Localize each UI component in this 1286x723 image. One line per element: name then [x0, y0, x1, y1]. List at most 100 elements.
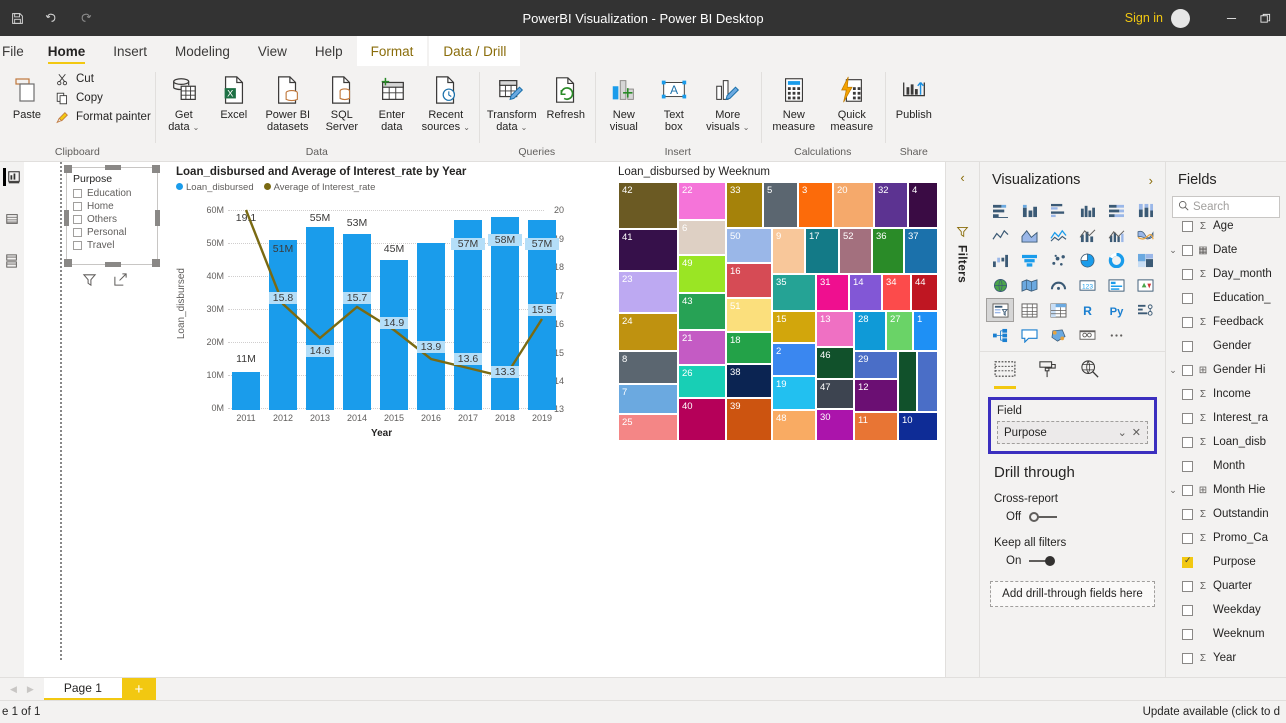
card-icon[interactable]: 123: [1073, 273, 1101, 297]
filters-pane-collapsed[interactable]: ‹ Filters: [946, 162, 980, 677]
get-data-button[interactable]: Get data ⌄: [159, 71, 209, 134]
model-view-icon[interactable]: [3, 252, 21, 270]
checkbox[interactable]: [1182, 340, 1193, 352]
smart-narrative-icon[interactable]: [1044, 323, 1072, 347]
chevron-right-icon[interactable]: ›: [1149, 173, 1153, 188]
clustered-bar-chart-icon[interactable]: [1044, 198, 1072, 222]
fields-tab-icon[interactable]: [994, 360, 1016, 389]
waterfall-chart-icon[interactable]: [986, 248, 1014, 272]
triangle-left-icon[interactable]: ◀: [10, 684, 17, 695]
sql-server-button[interactable]: SQL Server: [317, 71, 367, 133]
treemap-tile-11[interactable]: 11: [854, 412, 898, 441]
resize-handle-s[interactable]: [105, 262, 121, 267]
restore-icon[interactable]: [1248, 0, 1282, 36]
resize-handle-n[interactable]: [105, 165, 121, 170]
field-row-age[interactable]: Σ Age: [1166, 214, 1286, 238]
cut-button[interactable]: Cut: [54, 71, 151, 87]
resize-handle-e[interactable]: [155, 210, 160, 226]
ribbon-tab-view[interactable]: View: [244, 36, 301, 66]
treemap-tile-44[interactable]: 44: [911, 274, 938, 311]
drill-through-dropzone[interactable]: Add drill-through fields here: [990, 581, 1155, 607]
funnel-chart-icon[interactable]: [1015, 248, 1043, 272]
chevron-down-icon[interactable]: ⌄: [743, 123, 750, 132]
treemap-tile-35[interactable]: 35: [772, 274, 816, 311]
format-tab-icon[interactable]: [1038, 360, 1058, 389]
checkbox[interactable]: [73, 241, 82, 250]
bar-2011[interactable]: [232, 372, 260, 410]
multirow-card-icon[interactable]: [1102, 273, 1130, 297]
treemap-tile-19[interactable]: 19: [772, 376, 816, 410]
treemap-tile-26[interactable]: 26: [678, 365, 726, 398]
treemap-tile-9[interactable]: 9: [772, 228, 805, 274]
ribbon-tab-file[interactable]: File: [0, 36, 34, 66]
table-icon[interactable]: [1015, 298, 1043, 322]
add-page-button[interactable]: +: [121, 678, 156, 700]
100-stacked-bar-chart-icon[interactable]: [1102, 198, 1130, 222]
minimize-icon[interactable]: [1214, 0, 1248, 36]
checkbox[interactable]: [1182, 436, 1193, 448]
more-visuals-button[interactable]: More visuals ⌄: [699, 71, 757, 134]
format-painter-button[interactable]: Format painter: [54, 109, 151, 125]
treemap-tile-7[interactable]: 7: [618, 384, 678, 414]
checkbox[interactable]: [1182, 220, 1193, 232]
copy-button[interactable]: Copy: [54, 90, 151, 106]
field-row-weekday[interactable]: Weekday: [1166, 598, 1286, 622]
field-row-month-hierarchy[interactable]: ⌄ ⊞ Month Hie: [1166, 478, 1286, 502]
treemap-tile-4[interactable]: 4: [908, 182, 938, 228]
paginated-report-icon[interactable]: [1073, 323, 1101, 347]
focus-mode-icon[interactable]: [113, 272, 128, 290]
treemap-tile-38[interactable]: 38: [726, 364, 772, 398]
cross-report-toggle-row[interactable]: Off: [994, 511, 1151, 523]
treemap-tile-37[interactable]: 37: [904, 228, 938, 274]
treemap-visual[interactable]: Loan_disbursed by Weeknum 42 41 23 24 8 …: [618, 166, 944, 441]
treemap-tile-17[interactable]: 17: [805, 228, 839, 274]
cross-report-toggle[interactable]: [1029, 512, 1058, 522]
paste-button[interactable]: Paste: [4, 71, 50, 121]
treemap-tile-13[interactable]: 13: [816, 311, 854, 347]
field-row-month[interactable]: Month: [1166, 454, 1286, 478]
chevron-down-icon[interactable]: ⌄: [521, 123, 528, 132]
treemap-icon[interactable]: [1131, 248, 1159, 272]
field-row-quarter[interactable]: Σ Quarter: [1166, 574, 1286, 598]
treemap-tile-50[interactable]: 50: [726, 228, 772, 263]
key-influencers-icon[interactable]: [1131, 298, 1159, 322]
slicer-item-home[interactable]: Home: [73, 201, 151, 212]
checkbox[interactable]: [1182, 388, 1193, 400]
treemap-tile-6[interactable]: 6: [678, 220, 726, 255]
chevron-down-icon[interactable]: ⌄: [193, 123, 200, 132]
treemap-tiles[interactable]: 42 41 23 24 8 7 25 22 6 49 43 21 26 40 3…: [618, 182, 938, 441]
avatar[interactable]: [1171, 8, 1190, 28]
checkbox[interactable]: [1182, 604, 1193, 616]
ribbon-tab-help[interactable]: Help: [301, 36, 357, 66]
arcgis-map-icon[interactable]: [1044, 273, 1072, 297]
decomposition-tree-icon[interactable]: [986, 323, 1014, 347]
bar-2014[interactable]: [343, 234, 371, 410]
checkbox[interactable]: [73, 189, 82, 198]
treemap-tile-31[interactable]: 31: [816, 274, 849, 311]
treemap-tile-51[interactable]: 51: [726, 298, 772, 332]
bar-2015[interactable]: [380, 260, 408, 410]
treemap-tile-8[interactable]: 8: [618, 351, 678, 384]
ribbon-chart-icon[interactable]: [1131, 223, 1159, 247]
field-row-date[interactable]: ⌄ ▦ Date: [1166, 238, 1286, 262]
new-measure-button[interactable]: New measure: [765, 71, 823, 133]
undo-icon[interactable]: [40, 7, 62, 29]
treemap-tile-10[interactable]: 10: [898, 412, 938, 441]
line-clustered-column-chart-icon[interactable]: [1102, 223, 1130, 247]
checkbox[interactable]: [1182, 292, 1193, 304]
treemap-tile-30[interactable]: 30: [816, 409, 854, 441]
checkbox[interactable]: [1182, 580, 1193, 592]
checkbox[interactable]: [1182, 484, 1193, 496]
100-stacked-column-chart-icon[interactable]: [1131, 198, 1159, 222]
checkbox[interactable]: [1182, 508, 1193, 520]
treemap-tile-34[interactable]: 34: [882, 274, 911, 311]
slicer-item-travel[interactable]: Travel: [73, 240, 151, 251]
treemap-tile-18[interactable]: 18: [726, 332, 772, 364]
donut-chart-icon[interactable]: [1102, 248, 1130, 272]
checkbox[interactable]: [1182, 460, 1193, 472]
treemap-tile-41[interactable]: 41: [618, 229, 678, 271]
field-row-education[interactable]: Education_: [1166, 286, 1286, 310]
checkbox[interactable]: [73, 215, 82, 224]
treemap-tile-42[interactable]: 42: [618, 182, 678, 229]
line-stacked-column-chart-icon[interactable]: [1073, 223, 1101, 247]
